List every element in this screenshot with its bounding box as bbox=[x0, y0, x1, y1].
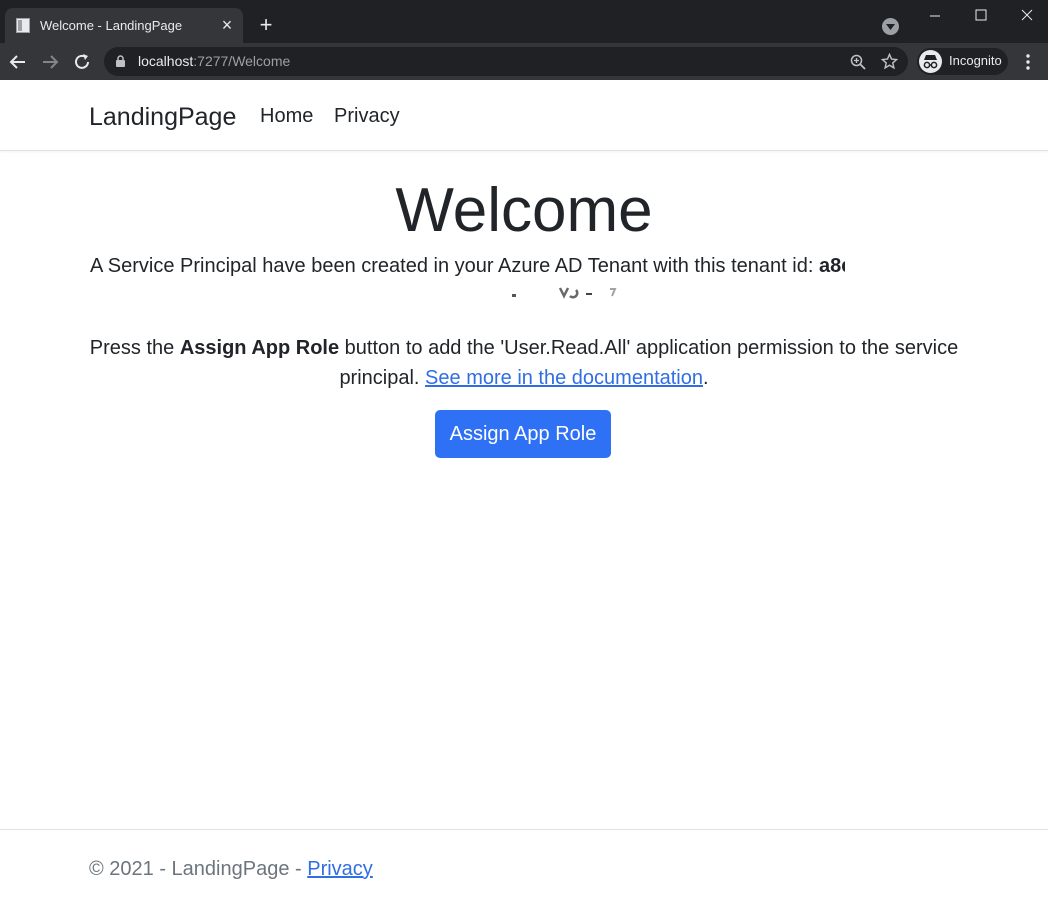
page-favicon-icon bbox=[16, 18, 30, 33]
page-title: Welcome bbox=[395, 176, 653, 245]
assign-app-role-button[interactable]: Assign App Role bbox=[435, 410, 611, 458]
forward-arrow-icon[interactable] bbox=[39, 51, 61, 73]
footer-privacy-link[interactable]: Privacy bbox=[307, 858, 373, 880]
redacted-area bbox=[845, 256, 955, 282]
page-content: LandingPage Home Privacy Welcome A Servi… bbox=[0, 80, 1048, 902]
bookmark-star-icon[interactable] bbox=[880, 52, 899, 75]
browser-toolbar: localhost:7277/Welcome Incognito bbox=[0, 43, 1048, 80]
lock-icon[interactable] bbox=[115, 55, 126, 73]
footer-copyright: © 2021 - LandingPage - bbox=[89, 858, 308, 880]
redacted-fragment bbox=[512, 287, 617, 299]
assign-bold-text: Assign App Role bbox=[179, 337, 340, 359]
reload-icon[interactable] bbox=[71, 51, 93, 73]
zoom-icon[interactable] bbox=[850, 54, 866, 75]
page-footer: © 2021 - LandingPage - Privacy bbox=[0, 829, 1048, 903]
new-tab-icon[interactable]: + bbox=[255, 14, 277, 37]
tab-search-icon[interactable] bbox=[882, 18, 899, 35]
incognito-label: Incognito bbox=[949, 53, 1002, 68]
tenant-message: A Service Principal have been created in… bbox=[90, 255, 863, 278]
footer-text: © 2021 - LandingPage - Privacy bbox=[89, 858, 373, 881]
assign-instructions: Press the Assign App Role button to add … bbox=[84, 333, 964, 393]
doc-period: . bbox=[703, 367, 709, 389]
tenant-message-text: A Service Principal have been created in… bbox=[90, 255, 819, 277]
nav-link-home[interactable]: Home bbox=[260, 105, 313, 128]
tab-close-icon[interactable]: × bbox=[217, 15, 237, 35]
maximize-icon[interactable] bbox=[971, 6, 991, 26]
close-window-icon[interactable] bbox=[1017, 6, 1037, 26]
browser-tab[interactable]: Welcome - LandingPage × bbox=[5, 8, 243, 43]
nav-link-privacy[interactable]: Privacy bbox=[334, 105, 400, 128]
address-bar[interactable]: localhost:7277/Welcome bbox=[104, 47, 908, 76]
navbar-brand[interactable]: LandingPage bbox=[89, 103, 236, 132]
browser-menu-icon[interactable] bbox=[1020, 52, 1036, 72]
incognito-profile-button[interactable]: Incognito bbox=[917, 48, 1008, 75]
browser-titlebar: Welcome - LandingPage × + bbox=[0, 0, 1048, 43]
site-navbar: LandingPage Home Privacy bbox=[0, 80, 1048, 151]
minimize-icon[interactable] bbox=[925, 6, 945, 26]
back-arrow-icon[interactable] bbox=[7, 51, 29, 73]
documentation-link[interactable]: See more in the documentation bbox=[425, 367, 703, 389]
incognito-icon bbox=[919, 50, 942, 73]
assign-prefix: Press the bbox=[89, 337, 180, 359]
tab-title: Welcome - LandingPage bbox=[40, 18, 183, 33]
url-text: localhost:7277/Welcome bbox=[138, 53, 291, 69]
